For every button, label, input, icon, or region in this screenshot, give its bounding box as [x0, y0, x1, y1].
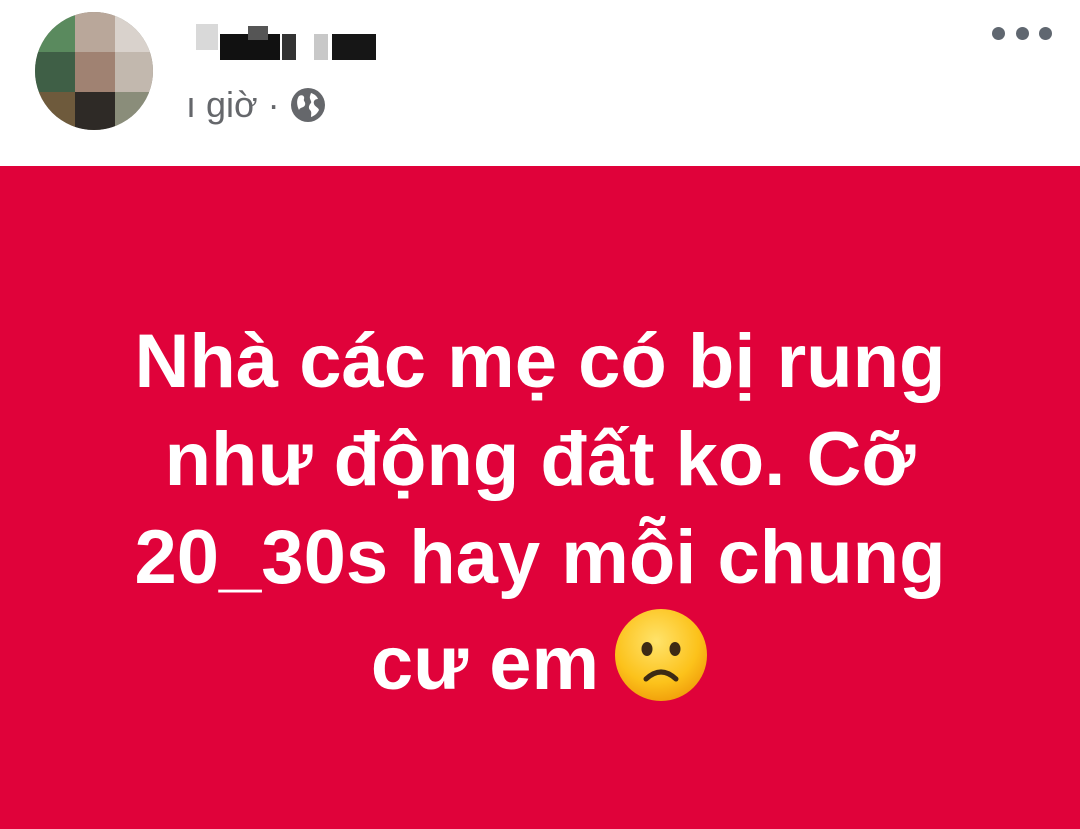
post-meta: ı giờ · — [186, 80, 326, 130]
post-header: ı giờ · — [0, 0, 1080, 166]
post-timestamp[interactable]: ı giờ — [186, 84, 258, 126]
post-text-line: Nhà các mẹ có bị rung — [134, 318, 946, 404]
post-text-line: như động đất ko. Cỡ — [164, 416, 916, 502]
post-text-line: 20_30s hay mỗi chung — [134, 514, 946, 600]
more-horizontal-icon-dot — [992, 26, 1005, 40]
slightly-frowning-face-emoji-icon — [613, 607, 709, 703]
facebook-post: ı giờ · Nhà các mẹ có bị rung như động đ… — [0, 0, 1080, 829]
more-horizontal-icon-dot — [1015, 26, 1029, 40]
avatar[interactable] — [35, 12, 153, 130]
more-horizontal-icon-dot — [1039, 26, 1052, 40]
author-name-redacted[interactable] — [186, 20, 386, 64]
post-text-line-last: cư em — [60, 607, 1020, 713]
more-options-button[interactable] — [992, 18, 1052, 48]
colored-status-background: Nhà các mẹ có bị rung như động đất ko. C… — [0, 166, 1080, 829]
globe-icon[interactable] — [290, 87, 326, 123]
post-text-line: cư em — [370, 620, 600, 706]
post-text: Nhà các mẹ có bị rung như động đất ko. C… — [60, 313, 1020, 713]
meta-separator: · — [267, 84, 280, 125]
